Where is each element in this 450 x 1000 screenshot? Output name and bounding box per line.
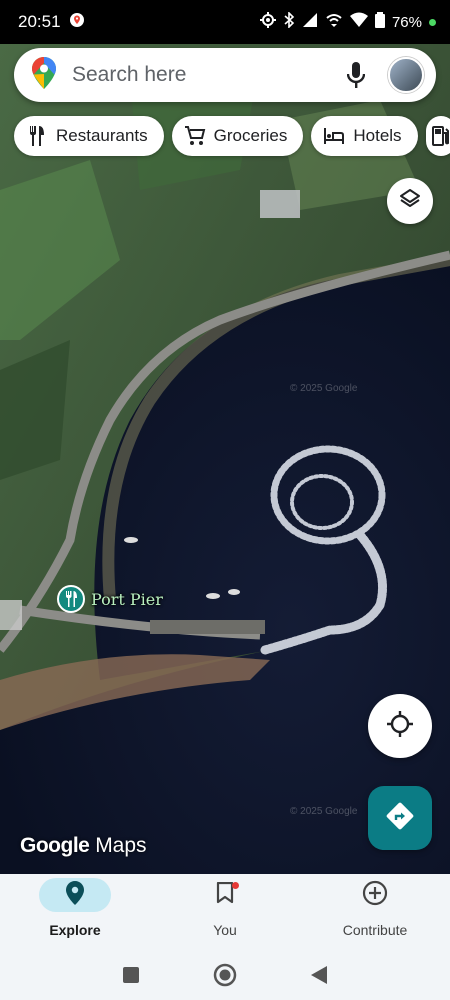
recents-icon[interactable]: [119, 963, 143, 987]
chip-gas[interactable]: [425, 116, 450, 156]
nav-explore[interactable]: Explore: [0, 874, 150, 950]
search-input[interactable]: Search here: [72, 63, 336, 87]
directions-button[interactable]: [368, 786, 432, 850]
gas-station-icon: [431, 125, 450, 147]
chip-label: Groceries: [213, 126, 288, 145]
home-icon[interactable]: [213, 963, 237, 987]
my-location-button[interactable]: [368, 694, 432, 758]
bluetooth-icon: [283, 11, 295, 32]
layers-button[interactable]: [387, 178, 433, 224]
mic-icon[interactable]: [336, 55, 376, 95]
nav-label: You: [213, 922, 237, 938]
google-maps-watermark: Google Maps: [20, 834, 147, 858]
status-time: 20:51: [18, 12, 61, 31]
system-navigation: [0, 950, 450, 1000]
nav-you[interactable]: You: [150, 874, 300, 950]
nav-contribute[interactable]: Contribute: [300, 874, 450, 950]
account-avatar[interactable]: [388, 57, 424, 93]
battery-icon: [374, 12, 385, 32]
maps-pin-logo-icon: [32, 56, 56, 94]
place-label: Port Pier: [91, 589, 163, 609]
category-chips: Restaurants Groceries Hotels: [14, 116, 450, 156]
status-bar: 20:51 76%: [0, 0, 450, 44]
chip-restaurants[interactable]: Restaurants: [14, 116, 164, 156]
notification-badge: [232, 882, 239, 889]
map-copyright: © 2025 Google: [290, 383, 358, 394]
signal-icon: [302, 12, 318, 32]
nav-label: Contribute: [342, 922, 408, 938]
my-location-icon: [386, 710, 414, 743]
maps-notification-icon: [69, 12, 85, 33]
watermark-maps: Maps: [95, 834, 147, 857]
back-icon[interactable]: [307, 963, 331, 987]
restaurant-pin-icon: [57, 585, 85, 613]
add-circle-icon: [362, 880, 388, 911]
nav-label: Explore: [49, 922, 101, 938]
layers-icon: [399, 188, 421, 215]
fork-knife-icon: [26, 125, 48, 147]
cart-icon: [184, 125, 206, 147]
explore-pin-icon: [66, 880, 84, 910]
wifi-icon: [349, 12, 368, 32]
map-copyright: © 2025 Google: [290, 806, 358, 817]
location-icon: [259, 12, 276, 32]
directions-icon: [386, 802, 414, 835]
chip-groceries[interactable]: Groceries: [171, 116, 304, 156]
bed-icon: [323, 125, 345, 147]
chip-label: Hotels: [353, 126, 402, 145]
watermark-google: Google: [20, 834, 90, 857]
privacy-dot: [429, 18, 436, 26]
hotspot-icon: [325, 12, 343, 32]
bottom-navigation: Explore You Contribute: [0, 874, 450, 950]
place-marker[interactable]: Port Pier: [57, 585, 163, 613]
chip-label: Restaurants: [56, 126, 148, 145]
battery-percent: 76%: [391, 13, 422, 31]
search-bar[interactable]: Search here: [14, 48, 436, 102]
chip-hotels[interactable]: Hotels: [311, 116, 418, 156]
